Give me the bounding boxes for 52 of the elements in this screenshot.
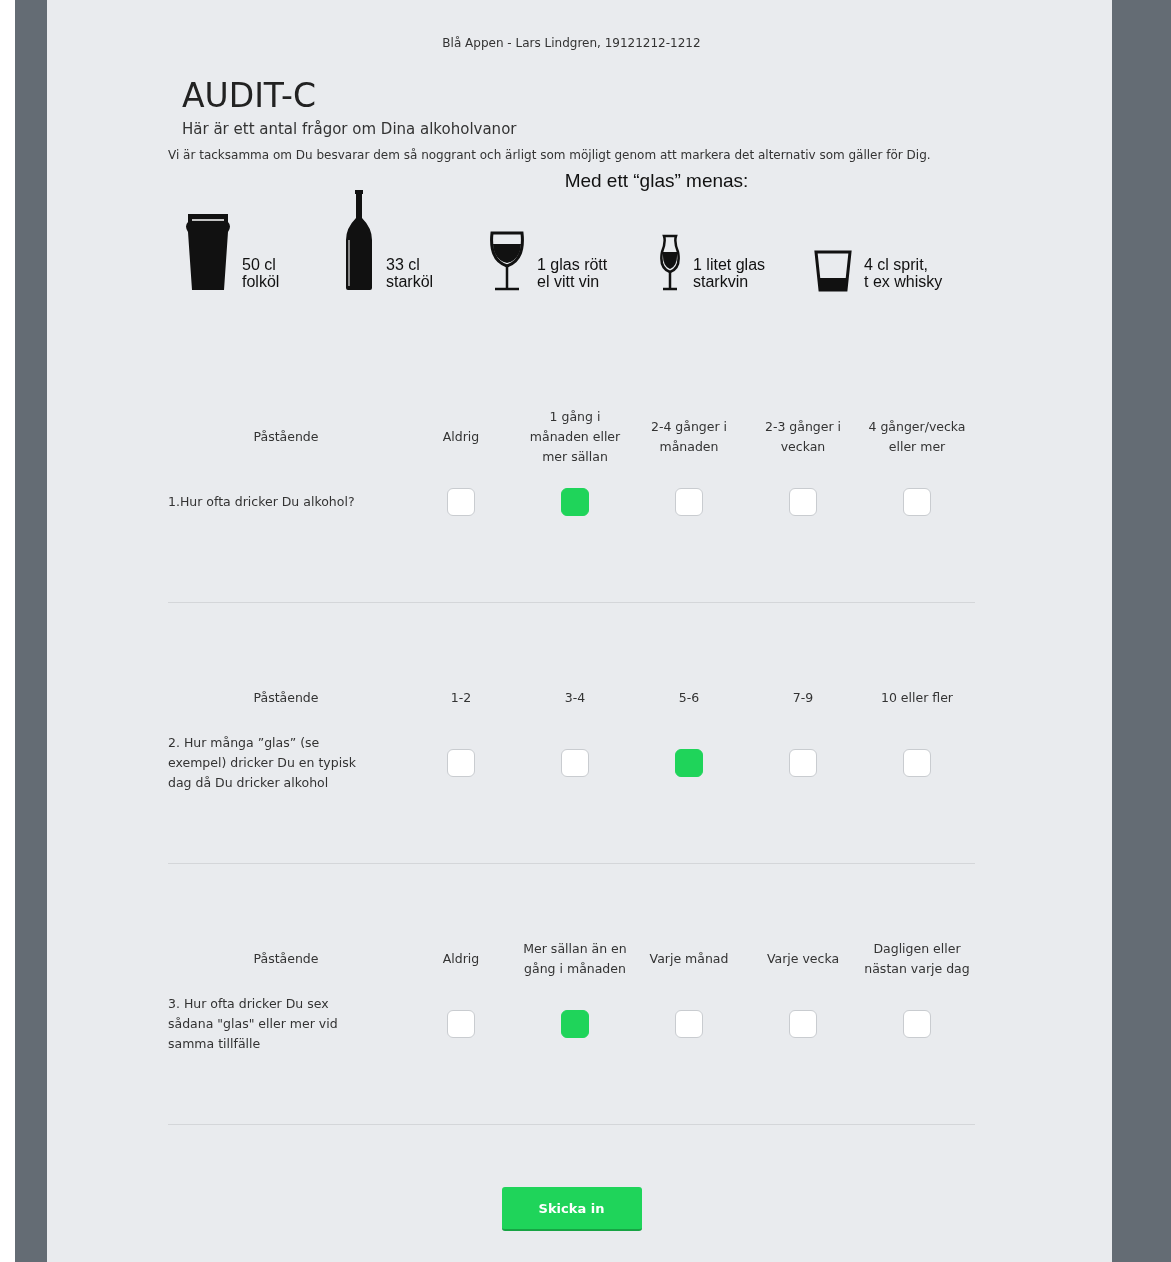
page-title: AUDIT-C <box>182 76 317 116</box>
checkbox[interactable] <box>561 1010 589 1038</box>
checkbox[interactable] <box>789 1010 817 1038</box>
subtitle: Här är ett antal frågor om Dina alkoholvanor <box>182 120 518 138</box>
column-header: Varje vecka <box>765 950 841 968</box>
column-header: 3-4 <box>563 689 587 707</box>
wine-glass-icon <box>489 230 525 292</box>
column-header: 1 gång i månaden eller mer sällan <box>528 408 622 466</box>
legend-label: 50 cl folköl <box>242 256 280 292</box>
checkbox[interactable] <box>903 749 931 777</box>
column-header: 7-9 <box>791 689 815 707</box>
column-header: 2-4 gånger i månaden <box>649 418 729 456</box>
column-header: Varje månad <box>648 950 730 968</box>
legend-label: 4 cl sprit, t ex whisky <box>864 256 943 292</box>
question-text: 1.Hur ofta dricker Du alkohol? <box>168 493 356 511</box>
column-header: Mer sällan än en gång i månaden <box>522 940 628 978</box>
legend-label: 1 glas rött el vitt vin <box>537 256 608 292</box>
header-text: Blå Appen - Lars Lindgren, 19121212-1212 <box>441 35 702 52</box>
intro-text: Vi är tacksamma om Du besvarar dem så noggrant och ärligt som möjligt genom att markera det alternativ som gäller för Dig. <box>168 147 932 164</box>
column-header: Påstående <box>252 428 320 446</box>
column-header: Påstående <box>252 689 320 707</box>
small-glass-icon <box>659 234 681 292</box>
column-header: 10 eller fler <box>880 689 954 707</box>
checkbox[interactable] <box>447 488 475 516</box>
question-text: 2. Hur många ”glas” (se exempel) dricker Du en typisk dag då Du dricker alkohol <box>168 734 357 792</box>
checkbox[interactable] <box>447 749 475 777</box>
column-header: Dagligen eller nästan varje dag <box>863 940 971 978</box>
legend-label: 33 cl starköl <box>386 256 434 292</box>
column-header: Påstående <box>252 950 320 968</box>
column-header: 5-6 <box>677 689 701 707</box>
column-header: 2-3 gånger i veckan <box>763 418 843 456</box>
checkbox[interactable] <box>903 1010 931 1038</box>
tumbler-icon <box>814 250 852 292</box>
checkbox[interactable] <box>675 1010 703 1038</box>
checkbox[interactable] <box>561 488 589 516</box>
question-text: 3. Hur ofta dricker Du sex sådana "glas" eller mer vid samma tillfälle <box>168 995 339 1053</box>
submit-button[interactable]: Skicka in <box>501 1187 642 1231</box>
beer-glass-icon <box>186 212 230 292</box>
column-header: 4 gånger/vecka eller mer <box>867 418 967 456</box>
checkbox[interactable] <box>789 749 817 777</box>
checkbox[interactable] <box>675 749 703 777</box>
checkbox[interactable] <box>903 488 931 516</box>
column-header: Aldrig <box>441 950 481 968</box>
legend-title: Med ett “glas” menas: <box>563 170 750 192</box>
legend-label: 1 litet glas starkvin <box>693 256 766 292</box>
checkbox[interactable] <box>561 749 589 777</box>
column-header: Aldrig <box>441 428 481 446</box>
column-header: 1-2 <box>449 689 473 707</box>
bottle-icon <box>344 188 374 292</box>
checkbox[interactable] <box>447 1010 475 1038</box>
checkbox[interactable] <box>789 488 817 516</box>
checkbox[interactable] <box>675 488 703 516</box>
